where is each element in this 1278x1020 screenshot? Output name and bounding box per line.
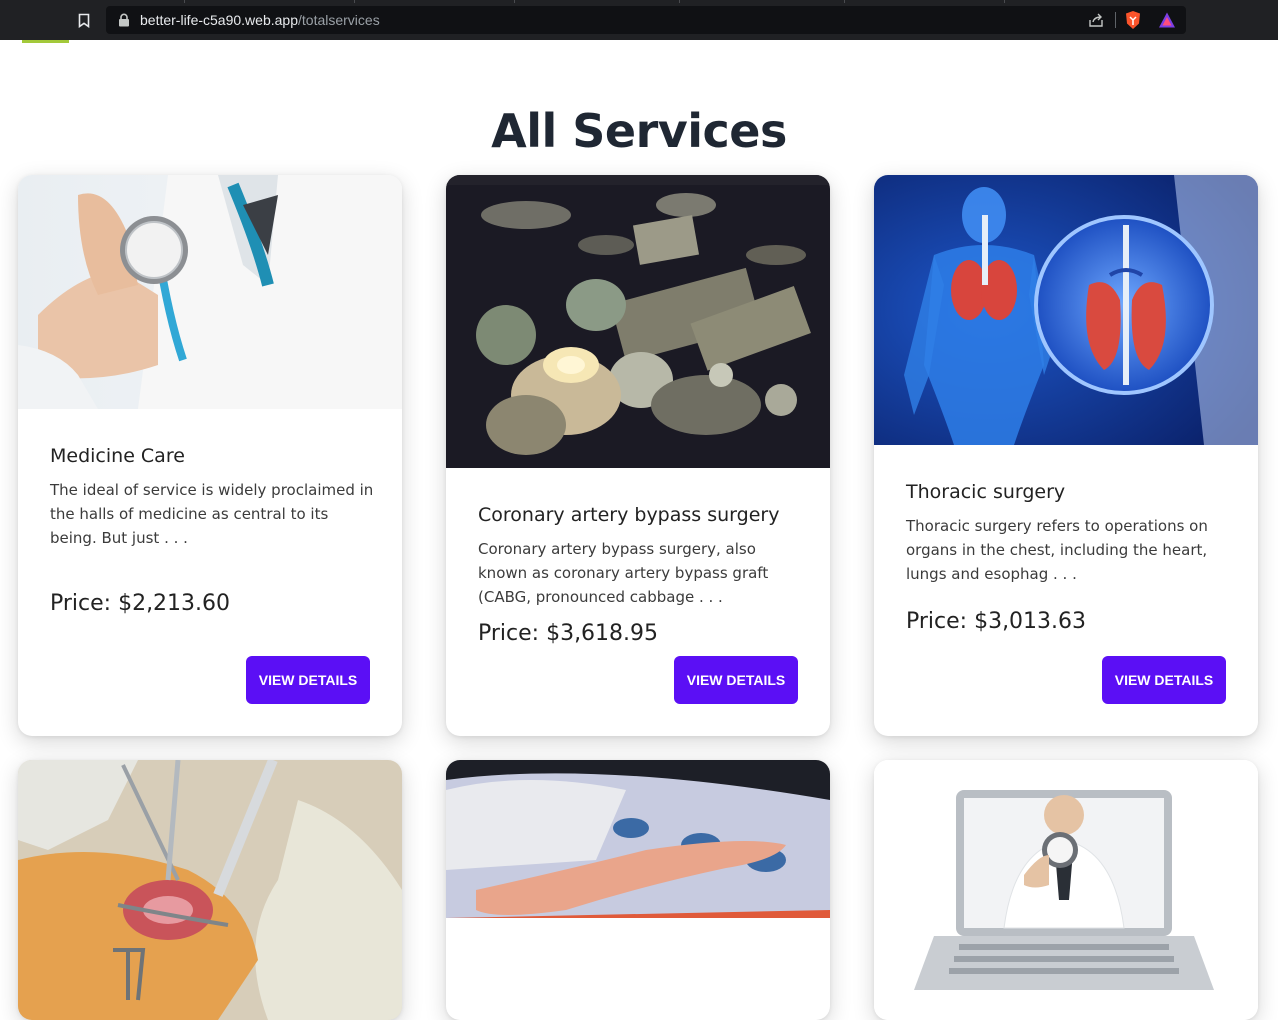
service-image [18, 760, 402, 1020]
service-image [18, 175, 402, 409]
service-card: Medicine Care The ideal of service is wi… [18, 175, 402, 736]
address-bar[interactable]: better-life-c5a90.web.app/totalservices [106, 6, 1186, 34]
bookmark-icon[interactable] [76, 11, 92, 29]
navbar-logo-fragment [22, 40, 69, 43]
service-title: Thoracic surgery [906, 481, 1066, 503]
service-description: The ideal of service is widely proclaime… [50, 481, 374, 547]
service-card [874, 760, 1258, 1020]
service-title: Coronary artery bypass surgery [478, 504, 780, 526]
service-description: Thoracic surgery refers to operations on… [906, 517, 1208, 583]
lock-icon[interactable] [118, 13, 130, 27]
service-price: Price: $3,618.95 [478, 621, 659, 646]
share-icon[interactable] [1088, 12, 1104, 28]
brave-rewards-icon[interactable] [1158, 11, 1176, 29]
page-title: All Services [491, 104, 787, 158]
view-details-button[interactable]: VIEW DETAILS [674, 656, 798, 704]
service-card [18, 760, 402, 1020]
service-image [874, 760, 1258, 1020]
service-price: Price: $2,213.60 [50, 591, 231, 616]
service-price: Price: $3,013.63 [906, 609, 1087, 634]
brave-shield-icon[interactable] [1124, 10, 1142, 30]
tab-strip [0, 0, 1278, 3]
toolbar-divider [1115, 12, 1116, 28]
service-title: Medicine Care [50, 445, 185, 467]
service-card: Coronary artery bypass surgery Coronary … [446, 175, 830, 736]
service-image [446, 175, 830, 468]
view-details-button[interactable]: VIEW DETAILS [246, 656, 370, 704]
browser-toolbar: better-life-c5a90.web.app/totalservices [0, 0, 1278, 40]
service-card [446, 760, 830, 1020]
url-text[interactable]: better-life-c5a90.web.app/totalservices [140, 12, 380, 28]
url-host: better-life-c5a90.web.app [140, 12, 298, 28]
service-image [446, 760, 830, 918]
service-image [874, 175, 1258, 445]
url-path: /totalservices [298, 12, 380, 28]
view-details-button[interactable]: VIEW DETAILS [1102, 656, 1226, 704]
service-card: Thoracic surgery Thoracic surgery refers… [874, 175, 1258, 736]
service-description: Coronary artery bypass surgery, also kno… [478, 540, 769, 606]
